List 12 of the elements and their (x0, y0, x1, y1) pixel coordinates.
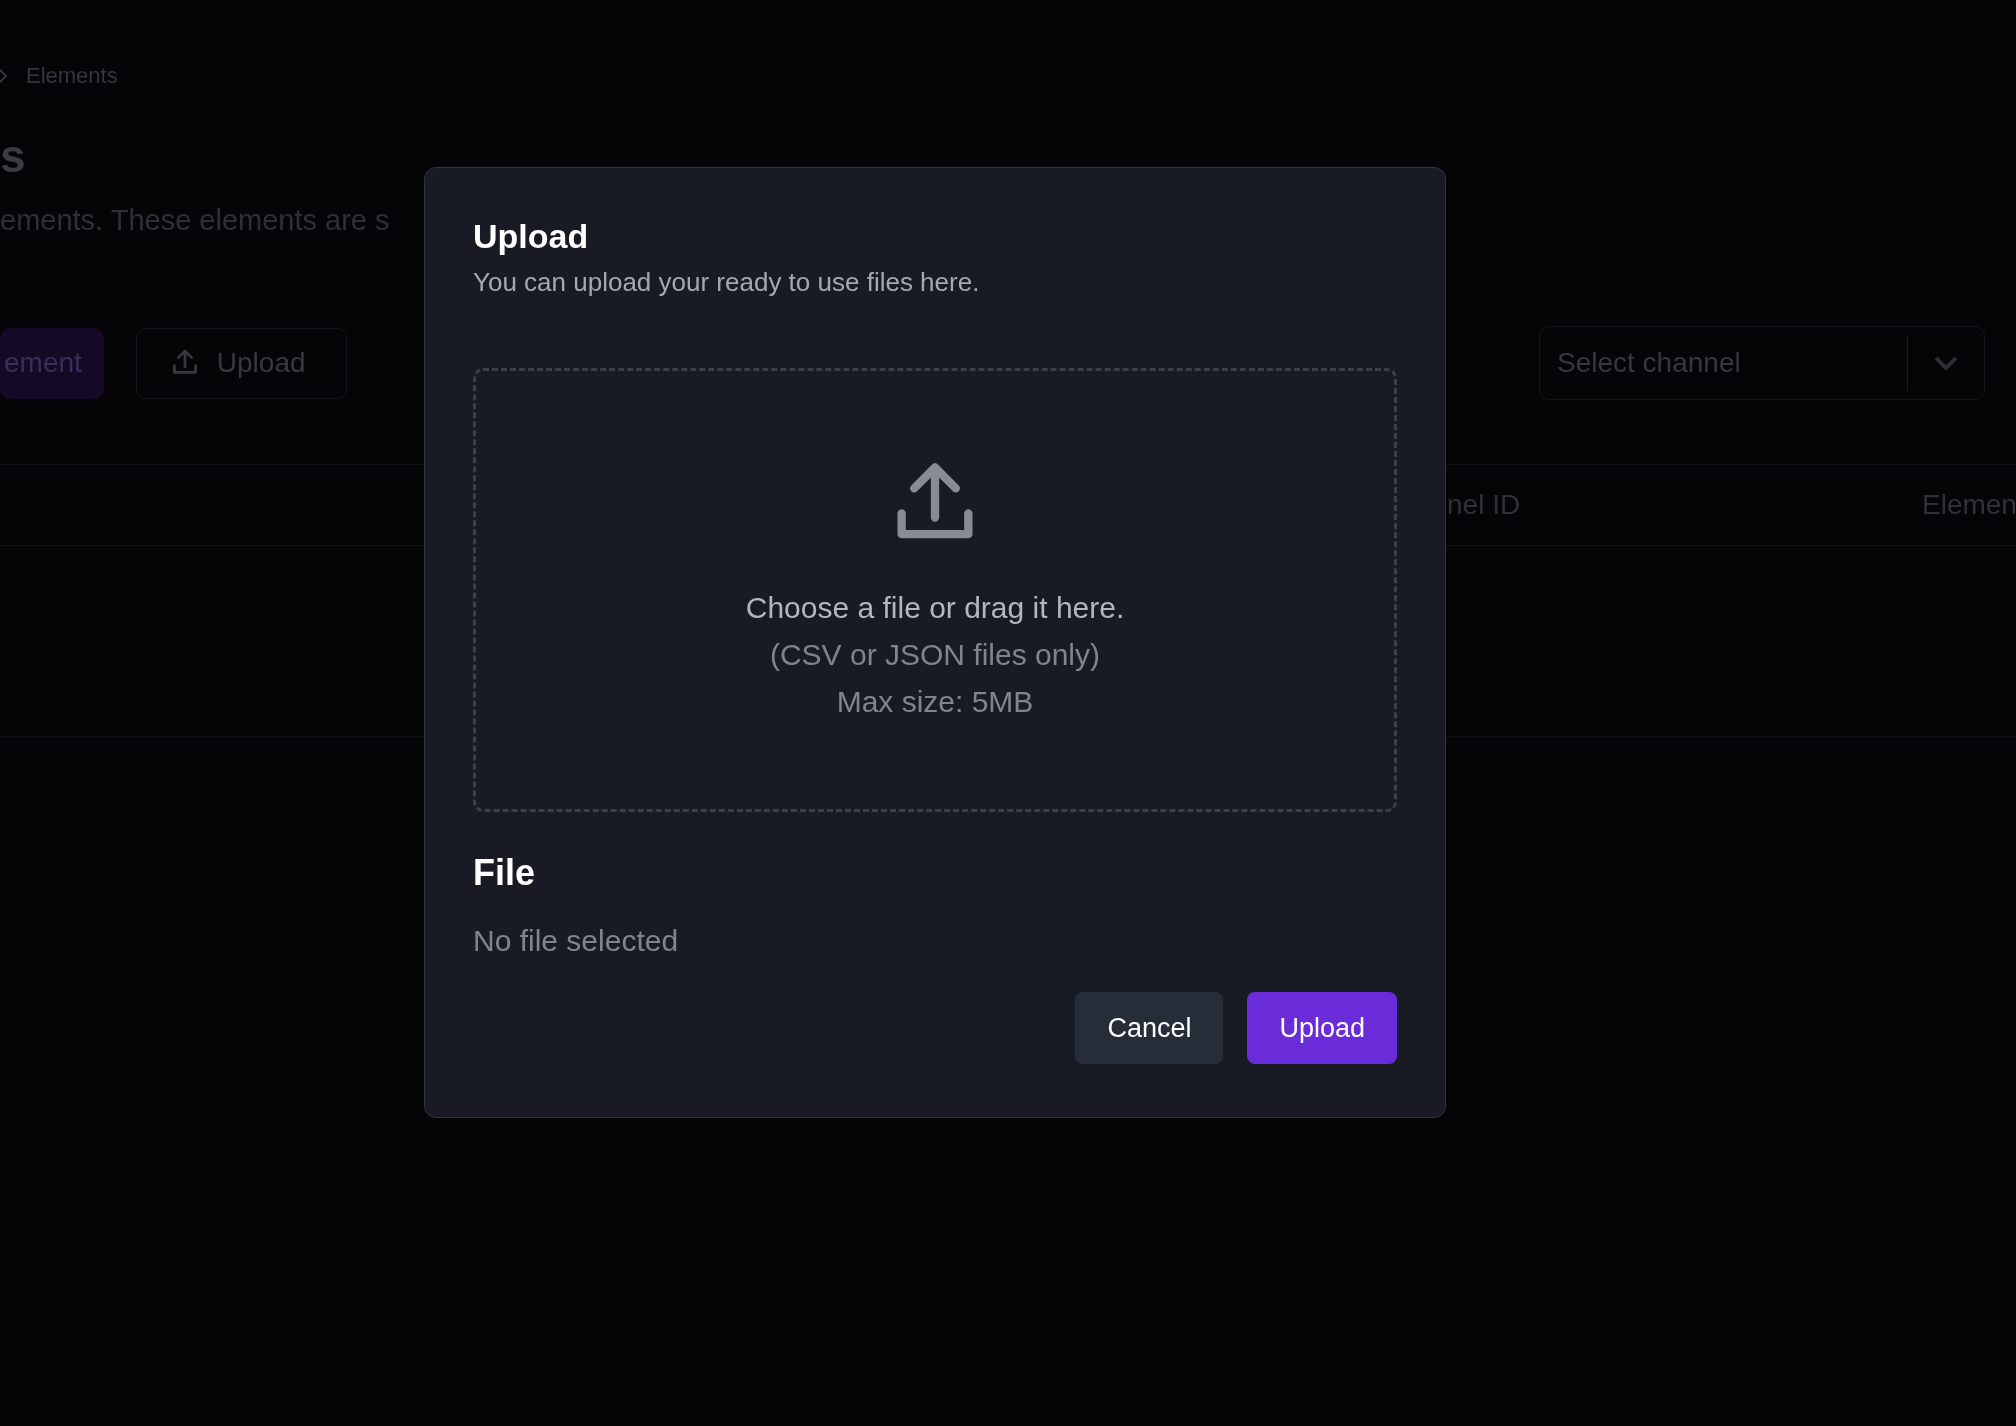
file-status: No file selected (473, 924, 680, 958)
dialog-description: You can upload your ready to use files here. (473, 267, 981, 298)
dialog-title: Upload (473, 216, 590, 256)
size-hint: Max size: 5MB (836, 685, 1034, 719)
format-hint: (CSV or JSON files only) (769, 638, 1101, 672)
dropzone-prompt: Choose a file or drag it here. (745, 591, 1125, 625)
upload-button[interactable]: Upload (1247, 992, 1397, 1064)
chevron-down-icon (1933, 355, 1959, 371)
cancel-button[interactable]: Cancel (1075, 992, 1224, 1064)
page-title: s (0, 130, 27, 182)
file-dropzone[interactable]: Choose a file or drag it here. (CSV or JSON files only) Max size: 5MB (473, 368, 1397, 812)
file-heading: File (473, 852, 536, 894)
